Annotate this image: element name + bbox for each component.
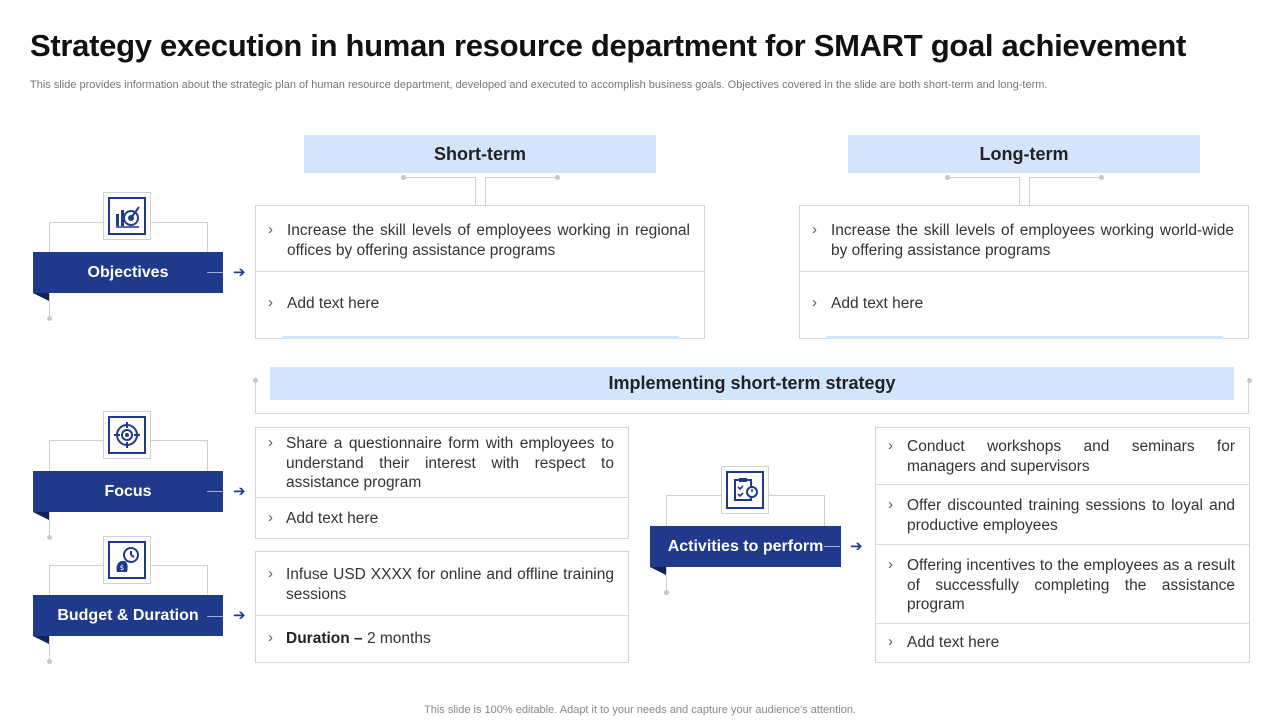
list-item: › Duration – 2 months [256,616,628,662]
objectives-label: Objectives [33,252,223,293]
connector-dot [47,316,52,321]
page-subtitle: This slide provides information about th… [30,79,1048,91]
objectives-icon-box [103,192,151,240]
connector-line [947,177,1019,178]
connector-line [403,177,475,178]
chevron-right-icon: › [888,633,893,650]
ribbon-fold [33,293,49,301]
arrow-icon: ➔ [233,264,246,281]
arrow-icon: ➔ [233,607,246,624]
connector-line [1029,177,1030,205]
accent-strip [827,336,1223,339]
page-title: Strategy execution in human resource dep… [30,28,1187,63]
arrow-icon: ➔ [850,538,863,555]
footer-note: This slide is 100% editable. Adapt it to… [424,704,856,716]
chevron-right-icon: › [888,437,893,454]
crosshair-target-icon [108,416,146,454]
list-item: › Infuse USD XXXX for online and offline… [256,552,628,616]
list-item-text: Offer discounted training sessions to lo… [907,497,1235,534]
implementing-header: Implementing short-term strategy [270,367,1234,400]
connector-line [475,177,476,205]
connector-dot [47,659,52,664]
list-item-text: Conduct workshops and seminars for manag… [907,438,1235,475]
duration-label: Duration – [286,630,363,647]
chevron-right-icon: › [888,496,893,513]
list-item-text: Add text here [907,634,1000,651]
budget-icon-box: $ [103,536,151,584]
focus-icon-box [103,411,151,459]
svg-text:$: $ [120,564,124,572]
list-item-text: Add text here [287,295,380,312]
list-item-text: Add text here [831,295,924,312]
focus-card: › Share a questionnaire form with employ… [255,427,629,539]
list-item-text: Offering incentives to the employees as … [907,557,1235,613]
money-clock-icon: $ [108,541,146,579]
connector-line [207,616,223,617]
short-term-card: › Increase the skill levels of employees… [255,205,705,339]
chevron-right-icon: › [268,434,273,451]
connector-dot [1099,175,1104,180]
checklist-icon [726,471,764,509]
focus-label: Focus [33,471,223,512]
list-item: › Add text here [876,624,1249,662]
list-item: › Add text here [256,498,628,538]
long-term-card: › Increase the skill levels of employees… [799,205,1249,339]
budget-duration-label: Budget & Duration [33,595,223,636]
connector-line [1029,177,1101,178]
connector-line [485,177,557,178]
connector-line [207,440,208,471]
activities-label: Activities to perform [650,526,841,567]
chevron-right-icon: › [812,294,817,311]
long-term-header: Long-term [848,135,1200,173]
chevron-right-icon: › [268,294,273,311]
chevron-right-icon: › [812,221,817,238]
connector-line [207,491,223,492]
chevron-right-icon: › [888,556,893,573]
budget-card: › Infuse USD XXXX for online and offline… [255,551,629,663]
connector-line [207,222,208,252]
list-item: › Increase the skill levels of employees… [256,206,704,272]
connector-dot [253,378,258,383]
list-item: › Offer discounted training sessions to … [876,485,1249,545]
target-chart-icon [108,197,146,235]
ribbon-fold [33,636,49,644]
list-item-text: Infuse USD XXXX for online and offline t… [286,566,614,603]
connector-line [485,177,486,205]
chevron-right-icon: › [268,509,273,526]
activities-icon-box [721,466,769,514]
list-item: › Add text here [256,272,704,338]
connector-line [824,495,825,526]
connector-dot [1247,378,1252,383]
duration-text: Duration – 2 months [286,629,614,649]
list-item: › Share a questionnaire form with employ… [256,428,628,498]
list-item-text: Increase the skill levels of employees w… [831,222,1234,259]
ribbon-fold [33,512,49,520]
connector-dot [401,175,406,180]
connector-line [1019,177,1020,205]
list-item: › Offering incentives to the employees a… [876,545,1249,624]
connector-line [207,272,223,273]
ribbon-fold [650,567,666,575]
connector-dot [555,175,560,180]
list-item: › Increase the skill levels of employees… [800,206,1248,272]
connector-dot [664,590,669,595]
activities-card: › Conduct workshops and seminars for man… [875,427,1250,663]
list-item-text: Increase the skill levels of employees w… [287,222,690,259]
connector-dot [945,175,950,180]
list-item-text: Share a questionnaire form with employee… [286,435,614,491]
chevron-right-icon: › [268,629,273,646]
short-term-header: Short-term [304,135,656,173]
chevron-right-icon: › [268,565,273,582]
connector-line [207,565,208,596]
connector-dot [47,535,52,540]
list-item-text: Add text here [286,510,379,527]
chevron-right-icon: › [268,221,273,238]
list-item: › Add text here [800,272,1248,338]
duration-value: 2 months [362,630,431,647]
connector-line [824,546,840,547]
accent-strip [283,336,679,339]
list-item: › Conduct workshops and seminars for man… [876,428,1249,485]
arrow-icon: ➔ [233,483,246,500]
